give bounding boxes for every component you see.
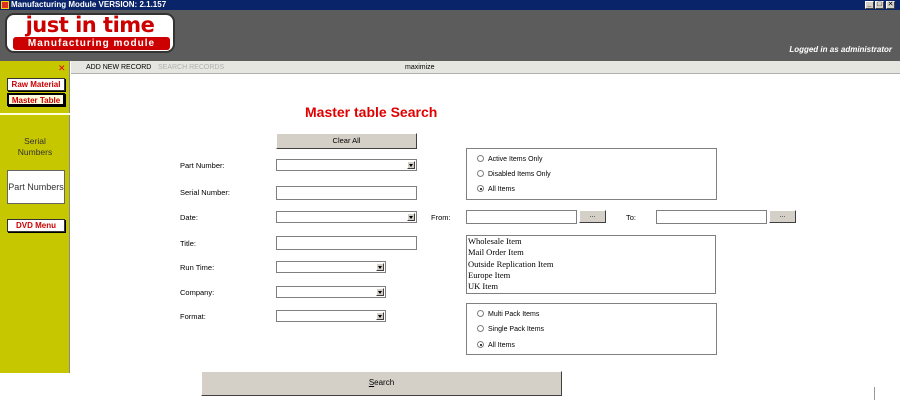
radio-icon[interactable] (477, 170, 484, 177)
multi-pack-option[interactable]: Multi Pack Items (477, 310, 539, 319)
serial-numbers-line2: Numbers (17, 147, 53, 157)
list-item[interactable]: UK Item (468, 281, 715, 292)
company-select[interactable] (276, 286, 386, 298)
date-label: Date: (180, 213, 198, 222)
sidebar-close-icon[interactable]: ✕ (58, 63, 66, 73)
run-time-select[interactable] (276, 261, 386, 273)
chevron-down-icon[interactable] (407, 213, 415, 221)
all-items-option[interactable]: All Items (477, 185, 515, 194)
list-item[interactable]: Mail Order Item (468, 247, 715, 258)
dvd-menu-button[interactable]: DVD Menu (7, 219, 65, 232)
sidebar: ✕ Raw Material Master Table Serial Numbe… (0, 61, 70, 373)
close-window-button[interactable]: ✕ (886, 1, 895, 9)
part-number-label: Part Number: (180, 161, 225, 170)
part-number-select[interactable] (276, 159, 417, 171)
status-filter-group: Active Items Only Disabled Items Only Al… (466, 148, 717, 200)
all-pack-items-label: All Items (488, 342, 515, 349)
serial-numbers-line1: Serial (24, 136, 46, 146)
add-new-record-link[interactable]: ADD NEW RECORD (86, 61, 151, 74)
maximize-button[interactable]: □ (875, 1, 884, 9)
search-label: earch (374, 378, 395, 387)
radio-icon[interactable] (477, 325, 484, 332)
search-records-link: SEARCH RECORDS (158, 64, 225, 71)
list-item[interactable]: Europe Item (468, 270, 715, 281)
single-pack-label: Single Pack Items (488, 326, 545, 333)
serial-number-input[interactable] (276, 186, 417, 200)
master-table-button[interactable]: Master Table (7, 93, 65, 106)
logo-main-text: just in time (25, 13, 155, 37)
serial-numbers-link[interactable]: Serial Numbers (0, 136, 70, 158)
format-select[interactable] (276, 310, 386, 322)
minimize-button[interactable]: _ (865, 1, 874, 9)
title-input[interactable] (276, 236, 417, 250)
active-items-label: Active Items Only (488, 156, 543, 163)
chevron-down-icon[interactable] (376, 263, 384, 271)
pack-filter-group: Multi Pack Items Single Pack Items All I… (466, 303, 717, 355)
radio-selected-icon[interactable] (477, 185, 484, 192)
all-items-label: All Items (488, 186, 515, 193)
from-label: From: (431, 213, 451, 222)
page-title: Master table Search (305, 104, 438, 120)
app-icon[interactable] (1, 1, 9, 9)
list-item[interactable]: Wholesale Item (468, 236, 715, 247)
serial-number-label: Serial Number: (180, 188, 231, 197)
chevron-down-icon[interactable] (376, 288, 384, 296)
search-button[interactable]: Search (201, 371, 562, 396)
logo: just in time Manufacturing module (5, 13, 175, 53)
title-label: Title: (180, 239, 196, 248)
window-title: Manufacturing Module VERSION: 2.1.157 (11, 0, 167, 9)
logged-in-status: Logged in as administrator (789, 45, 892, 54)
part-numbers-link[interactable]: Part Numbers (7, 170, 65, 204)
disabled-items-option[interactable]: Disabled Items Only (477, 170, 551, 179)
active-items-option[interactable]: Active Items Only (477, 155, 542, 164)
clear-all-button[interactable]: Clear All (276, 133, 417, 149)
maximize-link[interactable]: maximize (405, 61, 435, 74)
date-select[interactable] (276, 211, 417, 223)
run-time-label: Run Time: (180, 263, 215, 272)
from-browse-button[interactable]: ... (579, 210, 606, 223)
company-label: Company: (180, 288, 215, 297)
app-header: just in time Manufacturing module Logged… (0, 10, 900, 61)
content-divider (874, 387, 875, 400)
multi-pack-label: Multi Pack Items (488, 311, 540, 318)
radio-icon[interactable] (477, 155, 484, 162)
all-pack-items-option[interactable]: All Items (477, 341, 515, 350)
to-browse-button[interactable]: ... (769, 210, 796, 223)
single-pack-option[interactable]: Single Pack Items (477, 325, 544, 334)
toolbar: ADD NEW RECORD SEARCH RECORDS maximize (71, 61, 900, 74)
raw-material-button[interactable]: Raw Material (7, 78, 65, 91)
radio-selected-icon[interactable] (477, 341, 484, 348)
list-item[interactable]: Outside Replication Item (468, 259, 715, 270)
to-date-input[interactable] (656, 210, 767, 224)
item-type-listbox[interactable]: Wholesale Item Mail Order Item Outside R… (466, 235, 716, 294)
window-title-bar: Manufacturing Module VERSION: 2.1.157 _ … (0, 0, 900, 10)
chevron-down-icon[interactable] (407, 161, 415, 169)
logo-sub-text: Manufacturing module (13, 37, 170, 50)
sidebar-divider (0, 113, 70, 115)
to-label: To: (626, 213, 637, 222)
from-date-input[interactable] (466, 210, 577, 224)
chevron-down-icon[interactable] (376, 312, 384, 320)
format-label: Format: (180, 312, 206, 321)
radio-icon[interactable] (477, 310, 484, 317)
disabled-items-label: Disabled Items Only (488, 171, 551, 178)
